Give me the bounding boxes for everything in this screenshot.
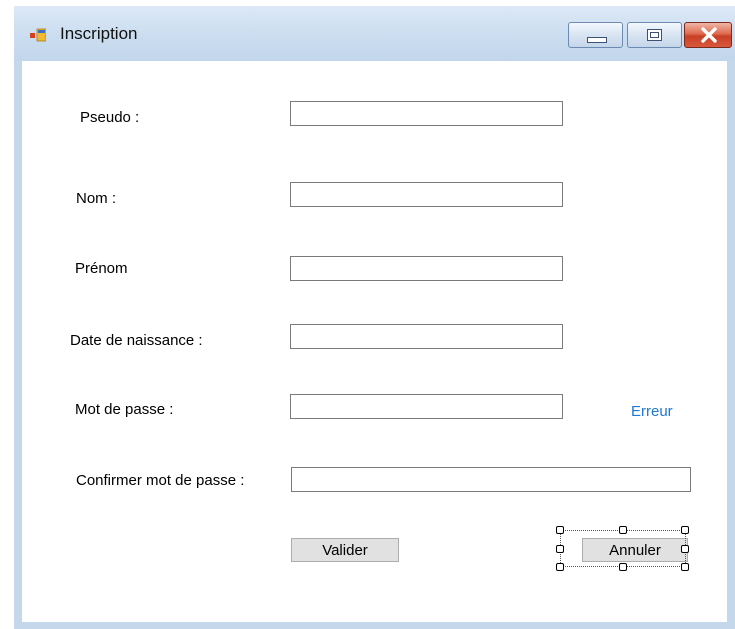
pseudo-label: Pseudo :: [80, 109, 140, 126]
minimize-icon: [587, 37, 607, 43]
nom-input[interactable]: [290, 182, 563, 207]
minimize-button[interactable]: [568, 22, 623, 48]
mot-de-passe-input[interactable]: [290, 394, 563, 419]
window-title: Inscription: [60, 24, 138, 43]
maximize-icon: [647, 29, 662, 41]
date-naissance-label: Date de naissance :: [70, 332, 203, 349]
prenom-input[interactable]: [290, 256, 563, 281]
pseudo-input[interactable]: [290, 101, 563, 126]
maximize-button[interactable]: [627, 22, 682, 48]
window-frame: Inscription Pseudo : Nom : Prénom Date d…: [14, 6, 735, 629]
nom-label: Nom :: [76, 190, 117, 207]
prenom-label: Prénom: [75, 260, 128, 277]
confirmer-mot-de-passe-label: Confirmer mot de passe :: [76, 472, 245, 489]
error-label: Erreur: [631, 403, 673, 420]
valider-button[interactable]: Valider: [291, 538, 399, 562]
confirmer-mot-de-passe-input[interactable]: [291, 467, 691, 492]
annuler-button[interactable]: Annuler: [582, 538, 688, 562]
title-bar[interactable]: Inscription: [14, 6, 735, 61]
close-button[interactable]: [684, 22, 732, 48]
app-icon: [30, 28, 46, 42]
date-naissance-input[interactable]: [290, 324, 563, 349]
close-icon: [701, 27, 717, 43]
mot-de-passe-label: Mot de passe :: [75, 401, 174, 418]
form-panel: Pseudo : Nom : Prénom Date de naissance …: [22, 61, 727, 622]
